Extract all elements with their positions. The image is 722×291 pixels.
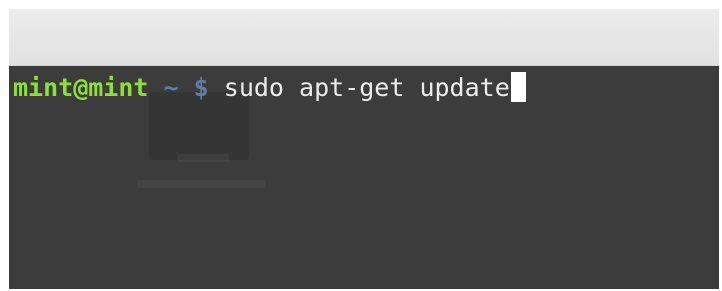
prompt-user-host: mint@mint [13,73,149,102]
command-text[interactable]: sudo apt-get update [224,73,510,102]
text-cursor [510,72,526,102]
command-prompt-line: mint@mint ~ $ sudo apt-get update [13,72,526,104]
desktop-icon-label-shadow [177,154,229,162]
terminal-area[interactable]: mint@mint ~ $ sudo apt-get update [9,66,719,289]
prompt-cwd: ~ [163,73,179,102]
prompt-symbol: $ [193,73,209,102]
desktop-icon-label-shadow [137,180,265,188]
screenshot-frame: mint@mint ~ $ sudo apt-get update [0,0,722,291]
terminal-window: mint@mint ~ $ sudo apt-get update [9,9,719,289]
window-titlebar[interactable] [9,9,719,66]
